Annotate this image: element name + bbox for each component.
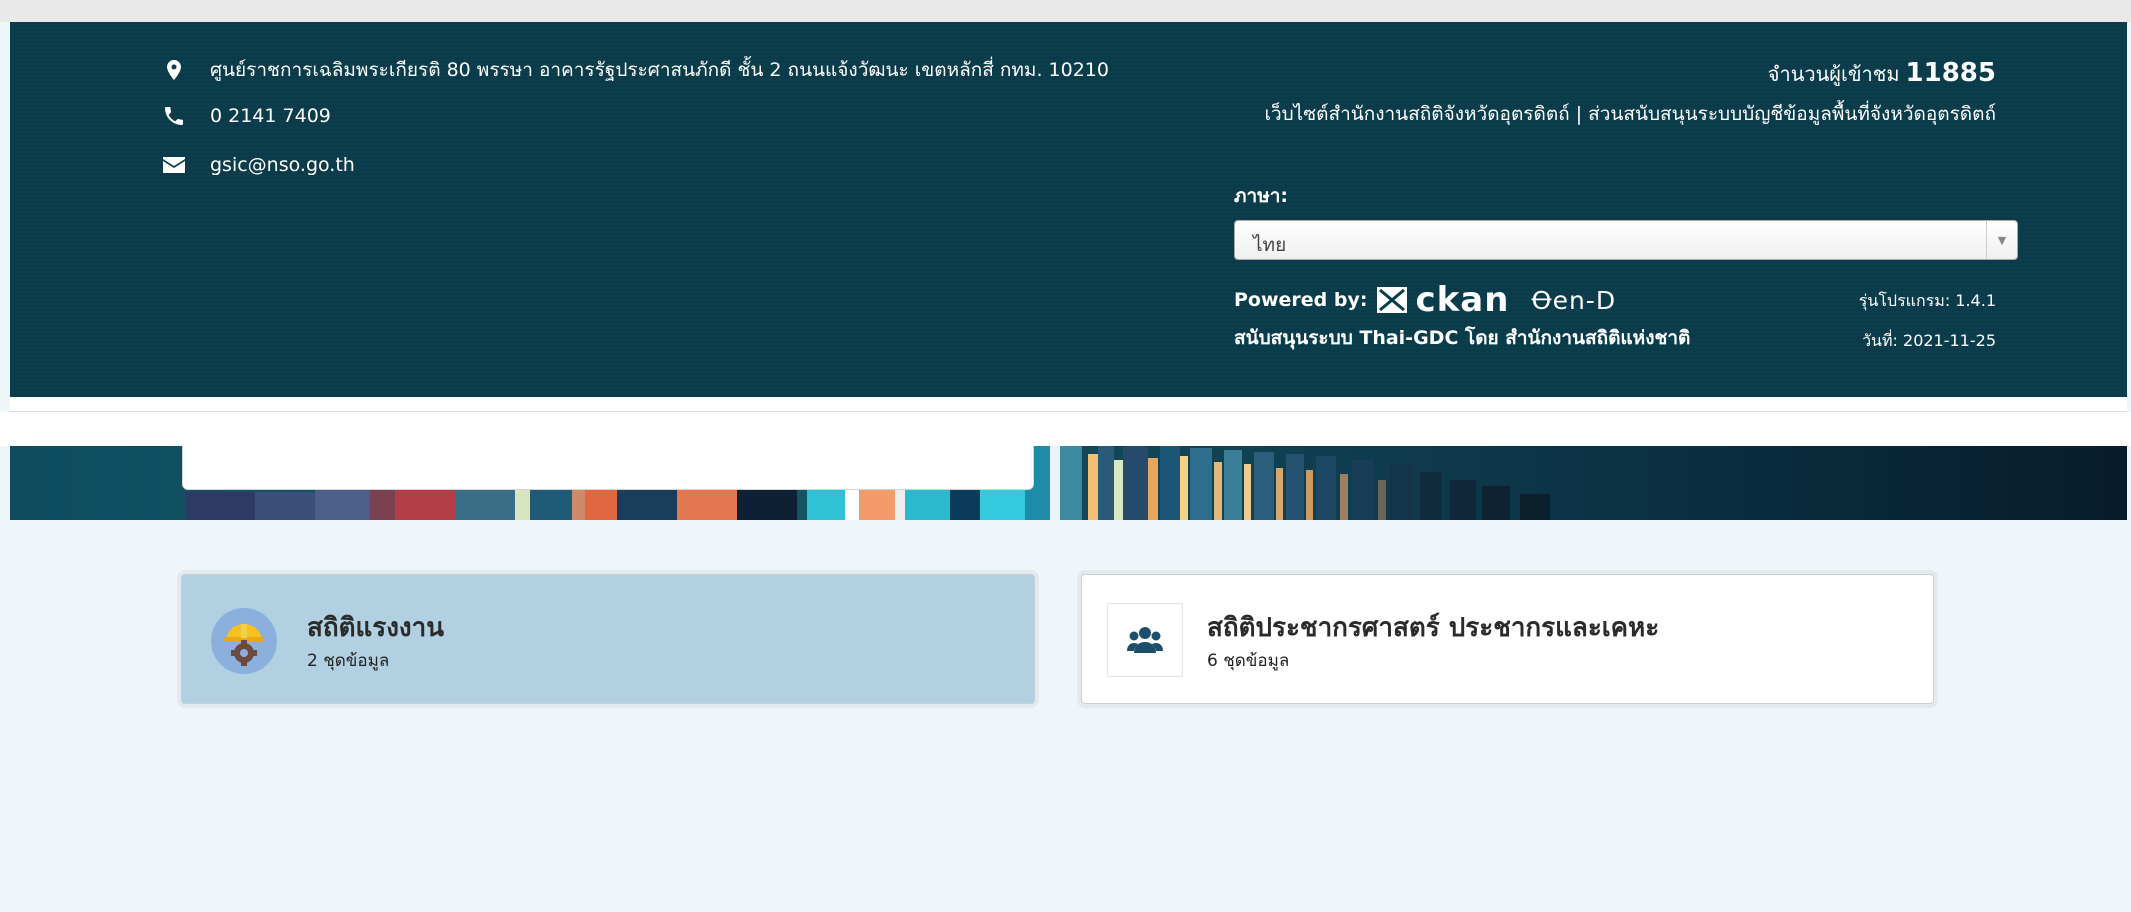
banner-bar bbox=[737, 490, 797, 520]
category-count: 2 ชุดข้อมูล bbox=[307, 651, 390, 671]
visitor-counter: จำนวนผู้เข้าชม 11885 bbox=[1768, 58, 1996, 90]
banner-bar bbox=[905, 490, 950, 520]
language-select[interactable]: ไทย ▼ bbox=[1234, 220, 2018, 260]
banner-bar bbox=[1352, 460, 1374, 520]
banner-bar bbox=[255, 492, 315, 520]
banner-bar bbox=[1316, 456, 1336, 520]
category-card-labour[interactable]: สถิติแรงงาน 2 ชุดข้อมูล bbox=[181, 574, 1035, 704]
banner-bar bbox=[1520, 494, 1550, 520]
banner-bar bbox=[980, 490, 1025, 520]
banner-bar bbox=[617, 490, 677, 520]
banner-bar bbox=[1224, 450, 1242, 520]
banner-bar bbox=[1098, 446, 1114, 520]
category-card-demography[interactable]: สถิติประชากรศาสตร์ ประชากรและเคหะ 6 ชุดข… bbox=[1081, 574, 1934, 704]
banner-bar bbox=[315, 490, 370, 520]
banner-bar bbox=[370, 490, 395, 520]
banner-bar bbox=[1378, 480, 1386, 520]
banner-bar bbox=[1340, 474, 1348, 520]
category-count: 6 ชุดข้อมูล bbox=[1207, 651, 1290, 671]
users-group-icon bbox=[1107, 603, 1183, 677]
banner-bar bbox=[895, 490, 905, 520]
visitor-count: 11885 bbox=[1905, 58, 1996, 88]
banner-bar bbox=[185, 492, 255, 520]
banner-bar bbox=[950, 490, 980, 520]
banner-bar bbox=[1390, 464, 1414, 520]
chevron-down-icon[interactable]: ▼ bbox=[1986, 221, 2017, 259]
release-date-text: วันที่: 2021-11-25 bbox=[1862, 331, 1996, 350]
visitor-label: จำนวนผู้เข้าชม bbox=[1767, 62, 1900, 86]
banner-bar bbox=[1060, 446, 1082, 520]
version-text: รุ่นโปรแกรม: 1.4.1 bbox=[1858, 291, 1996, 310]
banner-bar bbox=[585, 490, 617, 520]
banner-bar bbox=[1450, 480, 1476, 520]
banner-bar bbox=[807, 490, 845, 520]
banner-bar bbox=[1050, 446, 1060, 520]
banner-bar bbox=[1420, 472, 1442, 520]
language-label: ภาษา: bbox=[1234, 185, 1288, 207]
banner-bar bbox=[1190, 448, 1212, 520]
banner-bar bbox=[1160, 446, 1180, 520]
banner-bar bbox=[572, 490, 585, 520]
banner-bar bbox=[1148, 458, 1158, 520]
site-description: เว็บไซต์สำนักงานสถิติจังหวัดอุตรดิตถ์ | … bbox=[1264, 103, 1996, 125]
language-selected-value: ไทย bbox=[1253, 234, 1287, 256]
banner-bar bbox=[1482, 486, 1510, 520]
banner-bar bbox=[1088, 454, 1098, 520]
banner-bar bbox=[859, 490, 895, 520]
powered-label: Powered by: bbox=[1234, 289, 1368, 311]
worker-helmet-gear-icon bbox=[211, 608, 277, 674]
email-link[interactable]: gsic@nso.go.th bbox=[210, 154, 355, 176]
banner-bar bbox=[1114, 460, 1123, 520]
top-strip bbox=[0, 0, 2131, 22]
phone-icon bbox=[160, 104, 188, 128]
banner-bar bbox=[455, 490, 515, 520]
ckan-wordmark: ckan bbox=[1415, 280, 1510, 320]
banner-bar bbox=[395, 490, 455, 520]
ckan-flag-icon bbox=[1377, 287, 1408, 313]
banner-bar bbox=[1214, 462, 1222, 520]
email-row: gsic@nso.go.th bbox=[160, 153, 355, 177]
banner-bar bbox=[677, 490, 737, 520]
ckan-logo[interactable]: ckan bbox=[1377, 280, 1509, 320]
footer-bottom-strip bbox=[10, 397, 2127, 412]
category-title: สถิติประชากรศาสตร์ ประชากรและเคหะ bbox=[1207, 613, 1660, 643]
banner-bar bbox=[1306, 470, 1313, 520]
support-text: สนับสนุนระบบ Thai-GDC โดย สำนักงานสถิติแ… bbox=[1234, 327, 1691, 349]
banner-bar bbox=[1180, 456, 1188, 520]
banner-search-box[interactable] bbox=[182, 446, 1034, 490]
phone-row: 0 2141 7409 bbox=[160, 104, 331, 128]
banner-bar bbox=[1123, 446, 1148, 520]
banner-bar bbox=[845, 490, 859, 520]
address-text: ศูนย์ราชการเฉลิมพระเกียรติ 80 พรรษา อาคา… bbox=[210, 59, 1109, 81]
phone-link[interactable]: 0 2141 7409 bbox=[210, 105, 331, 127]
banner-bar bbox=[1286, 454, 1304, 520]
address-row: ศูนย์ราชการเฉลิมพระเกียรติ 80 พรรษา อาคา… bbox=[160, 55, 1109, 85]
map-marker-icon bbox=[160, 58, 188, 82]
open-d-logo[interactable]: Ꝋen-D bbox=[1531, 286, 1616, 315]
banner-bar bbox=[1254, 452, 1274, 520]
banner-bar bbox=[530, 490, 572, 520]
envelope-icon bbox=[160, 153, 188, 177]
category-title: สถิติแรงงาน bbox=[307, 613, 444, 643]
banner-bar bbox=[1244, 464, 1251, 520]
powered-by: Powered by: ckan Ꝋen-D bbox=[1234, 280, 1616, 320]
banner-bar bbox=[1276, 468, 1283, 520]
banner-bar bbox=[515, 490, 530, 520]
section-gap bbox=[0, 412, 2131, 446]
